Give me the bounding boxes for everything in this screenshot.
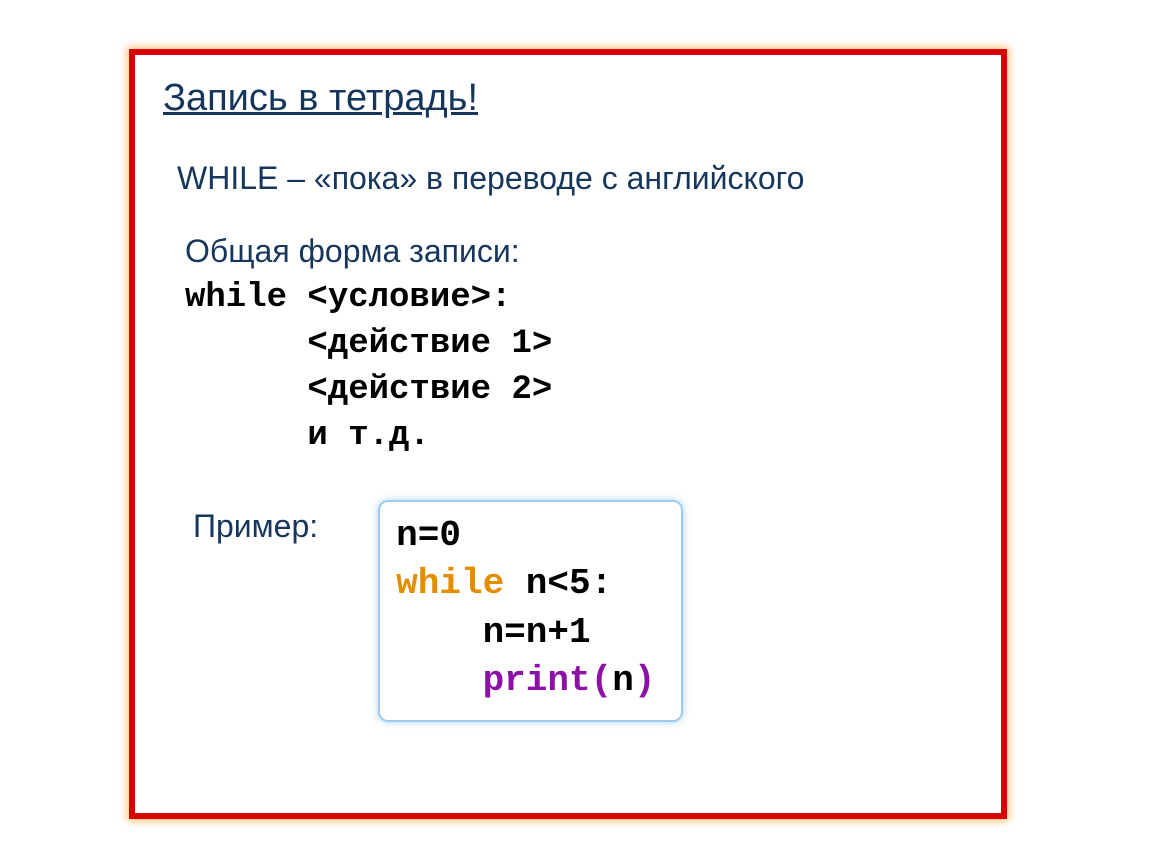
code-line: <действие 2> [185,371,552,409]
code-line: n=n+1 [396,612,590,653]
code-indent [396,660,482,701]
keyword-while: while [396,563,504,604]
keyword-print: print [483,660,591,701]
general-form-label: Общая форма записи: [185,233,973,270]
general-form-code: while <условие>: <действие 1> <действие … [185,276,973,460]
code-line: n=0 [396,515,461,556]
code-line: n<5: [504,563,612,604]
example-row: Пример: n=0 while n<5: n=n+1 print(n) [193,500,973,722]
page-title: Запись в тетрадь! [163,77,973,120]
code-line: while <условие>: [185,279,511,317]
paren-open: ( [591,660,613,701]
while-translation-note: WHILE – «пока» в переводе с английского [177,160,973,197]
code-line: <действие 1> [185,325,552,363]
example-label: Пример: [193,508,318,545]
slide-box: Запись в тетрадь! WHILE – «пока» в перев… [129,49,1007,819]
code-line: и т.д. [185,417,430,455]
paren-close: ) [634,660,656,701]
example-code-box: n=0 while n<5: n=n+1 print(n) [378,500,683,722]
print-arg: n [612,660,634,701]
